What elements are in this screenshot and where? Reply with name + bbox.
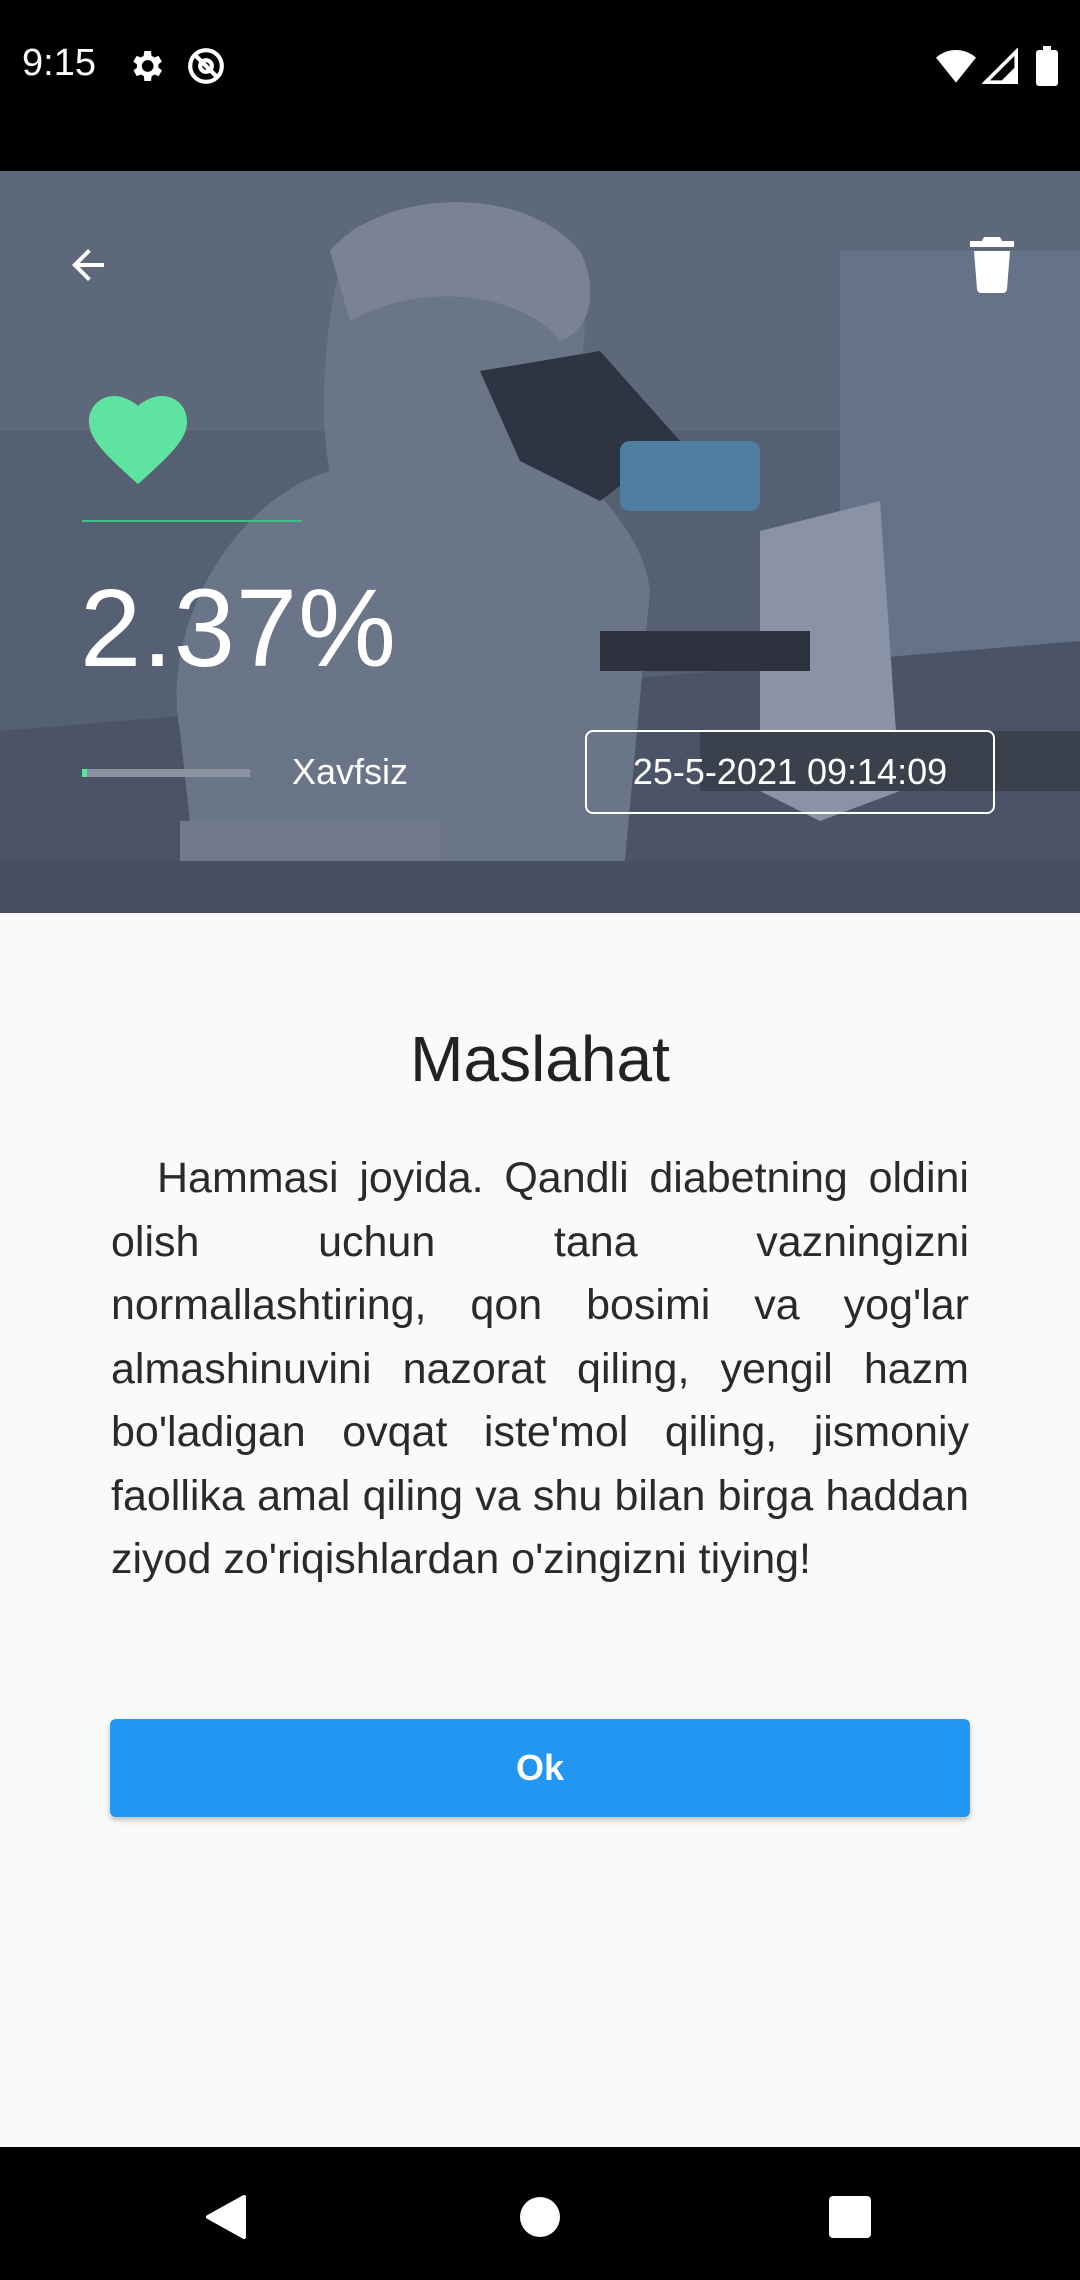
delete-button[interactable]: [944, 217, 1040, 313]
advice-title: Maslahat: [410, 1023, 670, 1095]
risk-progress-fill: [82, 769, 88, 777]
recents-square-icon: [829, 2196, 871, 2238]
signal-icon: [981, 47, 1018, 89]
back-triangle-icon: [206, 2195, 246, 2239]
ok-button-label: Ok: [515, 1747, 565, 1788]
trash-icon: [970, 237, 1014, 293]
wifi-icon: [936, 48, 976, 89]
date-badge: 25-5-2021 09:14:09: [585, 730, 995, 814]
heart-divider: [82, 520, 302, 522]
risk-progress-bar: [82, 769, 250, 777]
home-circle-icon: [520, 2197, 560, 2237]
system-nav-bar: [0, 2147, 1080, 2280]
settings-icon: [126, 46, 166, 91]
date-text: 25-5-2021 09:14:09: [632, 751, 948, 792]
nav-recents-button[interactable]: [810, 2177, 890, 2257]
status-time: 9:15: [22, 42, 96, 84]
status-bar: 9:15: [0, 0, 1080, 171]
back-button[interactable]: [40, 217, 136, 313]
heart-icon: [88, 396, 188, 491]
at-icon: [186, 46, 226, 91]
ok-button[interactable]: Ok: [110, 1719, 970, 1817]
result-header: 2.37% Xavfsiz 25-5-2021 09:14:09: [0, 171, 1080, 913]
battery-icon: [1036, 46, 1058, 91]
advice-text: Hammasi joyida. Qandli diabetning oldini…: [111, 1154, 969, 1583]
nav-back-button[interactable]: [186, 2177, 266, 2257]
arrow-left-icon: [72, 249, 104, 281]
risk-percent: 2.37%: [80, 567, 397, 690]
nav-home-button[interactable]: [500, 2177, 580, 2257]
risk-label: Xavfsiz: [292, 751, 409, 792]
